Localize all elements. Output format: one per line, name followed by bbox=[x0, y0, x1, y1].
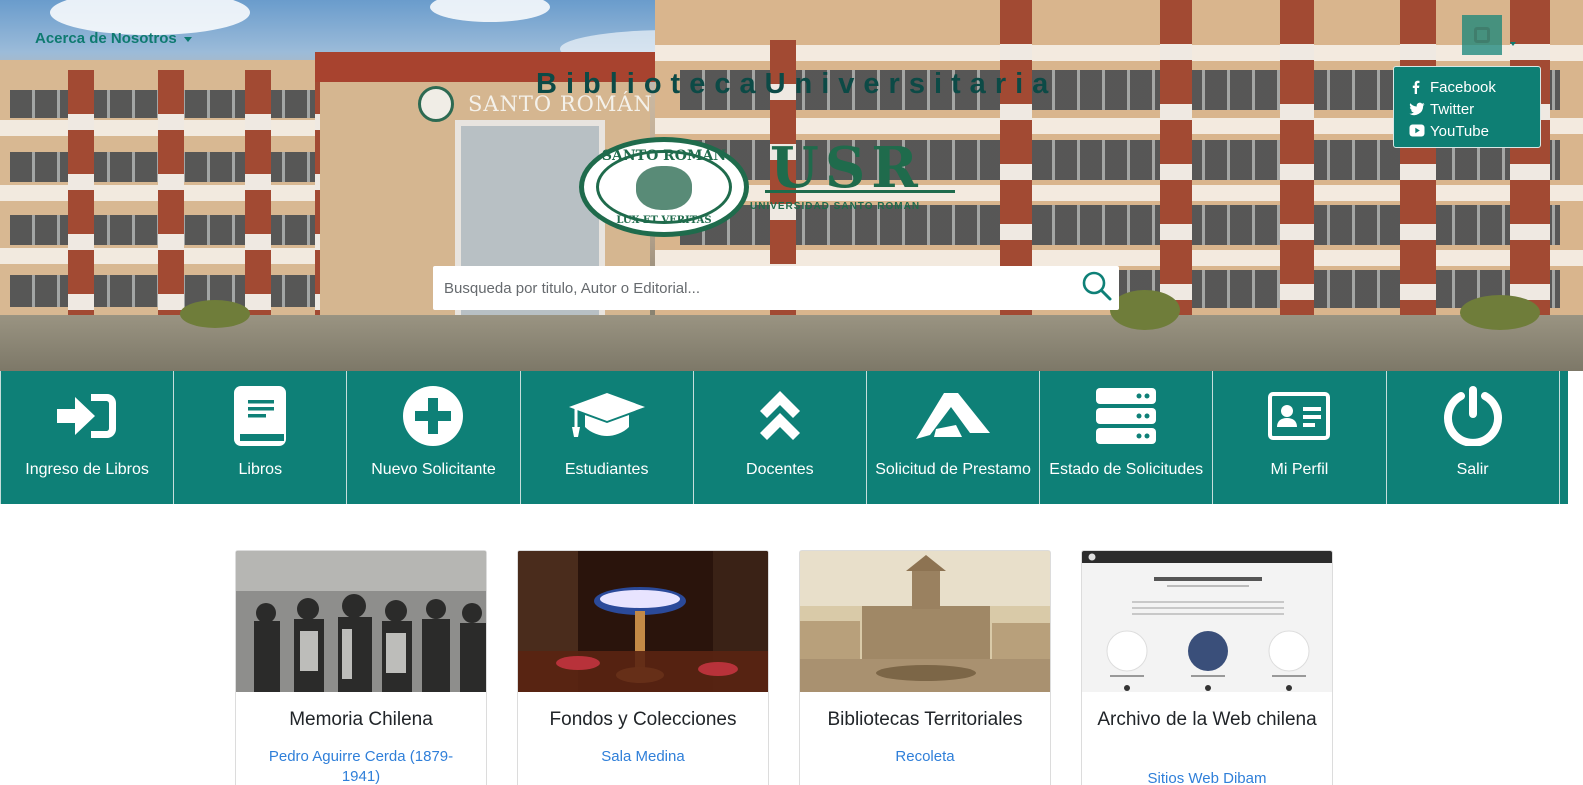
social-link-youtube[interactable]: YouTube bbox=[1409, 120, 1540, 142]
tile-label: Solicitud de Prestamo bbox=[875, 461, 1031, 478]
tile-mi-perfil[interactable]: Mi Perfil bbox=[1212, 371, 1387, 504]
chevron-down-icon bbox=[183, 36, 192, 42]
about-dropdown[interactable]: Acerca de Nosotros bbox=[35, 30, 192, 47]
card-image bbox=[236, 551, 486, 692]
tile-label: Libros bbox=[238, 461, 283, 478]
twitter-icon bbox=[1409, 102, 1425, 116]
card-title: Fondos y Colecciones bbox=[549, 709, 737, 730]
card-link[interactable]: Recoleta bbox=[820, 747, 1030, 767]
book-icon bbox=[220, 383, 300, 449]
tile-estado-de-solicitudes[interactable]: Estado de Solicitudes bbox=[1039, 371, 1214, 504]
card-title: Bibliotecas Territoriales bbox=[827, 709, 1023, 730]
card-link[interactable]: Sitios Web Dibam bbox=[1102, 769, 1312, 785]
social-link-facebook[interactable]: Facebook bbox=[1409, 76, 1540, 98]
search-bar bbox=[433, 266, 1119, 310]
tile-label: Estado de Solicitudes bbox=[1049, 461, 1204, 478]
social-menu: Facebook Twitter YouTube bbox=[1393, 66, 1541, 148]
tile-label: Salir bbox=[1456, 461, 1489, 478]
tile-nuevo-solicitante[interactable]: Nuevo Solicitante bbox=[346, 371, 521, 504]
card-link[interactable]: Sala Medina bbox=[538, 747, 748, 767]
logo-seal-bottom: LUX ET VERITAS bbox=[616, 215, 712, 226]
logo-seal-top: SANTO ROMAN bbox=[601, 148, 727, 164]
triangle-logo-icon bbox=[913, 383, 993, 449]
logo-mark: USR bbox=[770, 135, 924, 201]
card-image bbox=[518, 551, 768, 692]
tile-label: Ingreso de Libros bbox=[25, 461, 149, 478]
search-input[interactable] bbox=[433, 266, 1075, 310]
share-icon bbox=[1474, 27, 1490, 43]
power-icon bbox=[1433, 383, 1513, 449]
plus-circle-icon bbox=[393, 383, 473, 449]
card-title: Memoria Chilena bbox=[289, 709, 433, 730]
university-logo: SANTO ROMAN LUX ET VERITAS bbox=[579, 137, 749, 237]
social-label: Twitter bbox=[1430, 100, 1475, 118]
tile-solicitud-de-prestamo[interactable]: Solicitud de Prestamo bbox=[865, 371, 1041, 504]
card-archivo-web-chilena: Archivo de la Web chilena Sitios Web Dib… bbox=[1081, 550, 1333, 785]
logo-subtitle: UNIVERSIDAD SANTO ROMAN bbox=[750, 201, 921, 212]
card-memoria-chilena: Memoria Chilena Pedro Aguirre Cerda (187… bbox=[235, 550, 487, 785]
chevron-down-icon bbox=[1510, 42, 1516, 46]
tile-label: Estudiantes bbox=[564, 461, 649, 478]
social-label: Facebook bbox=[1430, 78, 1496, 96]
share-toggle-button[interactable] bbox=[1462, 15, 1502, 55]
card-bibliotecas-territoriales: Bibliotecas Territoriales Recoleta bbox=[799, 550, 1051, 785]
chevrons-up-icon bbox=[740, 383, 820, 449]
tile-label: Mi Perfil bbox=[1270, 461, 1329, 478]
social-label: YouTube bbox=[1430, 122, 1489, 140]
tile-estudiantes[interactable]: Estudiantes bbox=[519, 371, 694, 504]
site-title: BibliotecaUniversitaria bbox=[536, 68, 1058, 100]
tile-ingreso-de-libros[interactable]: Ingreso de Libros bbox=[0, 371, 175, 504]
search-icon bbox=[1081, 270, 1113, 307]
tile-label: Nuevo Solicitante bbox=[371, 461, 496, 478]
card-title: Archivo de la Web chilena bbox=[1097, 709, 1317, 730]
server-icon bbox=[1086, 383, 1166, 449]
graduation-cap-icon bbox=[567, 383, 647, 449]
sign-in-icon bbox=[47, 383, 127, 449]
tile-salir[interactable]: Salir bbox=[1385, 371, 1560, 504]
about-label: Acerca de Nosotros bbox=[35, 30, 177, 47]
tile-libros[interactable]: Libros bbox=[173, 371, 348, 504]
card-image bbox=[800, 551, 1050, 692]
quick-access-bar: Ingreso de Libros Libros Nuevo Solicitan… bbox=[0, 371, 1568, 504]
card-link[interactable]: Pedro Aguirre Cerda (1879-1941) bbox=[256, 747, 466, 785]
facebook-icon bbox=[1409, 80, 1425, 94]
hero-banner: SANTO ROMÁN Acerca de Nosotros Bibliotec… bbox=[0, 0, 1583, 371]
social-link-twitter[interactable]: Twitter bbox=[1409, 98, 1540, 120]
card-image bbox=[1082, 551, 1332, 692]
id-card-icon bbox=[1259, 383, 1339, 449]
youtube-icon bbox=[1409, 124, 1425, 138]
search-button[interactable] bbox=[1075, 266, 1119, 310]
tile-label: Docentes bbox=[746, 461, 814, 478]
tile-docentes[interactable]: Docentes bbox=[692, 371, 867, 504]
card-fondos-y-colecciones: Fondos y Colecciones Sala Medina bbox=[517, 550, 769, 785]
